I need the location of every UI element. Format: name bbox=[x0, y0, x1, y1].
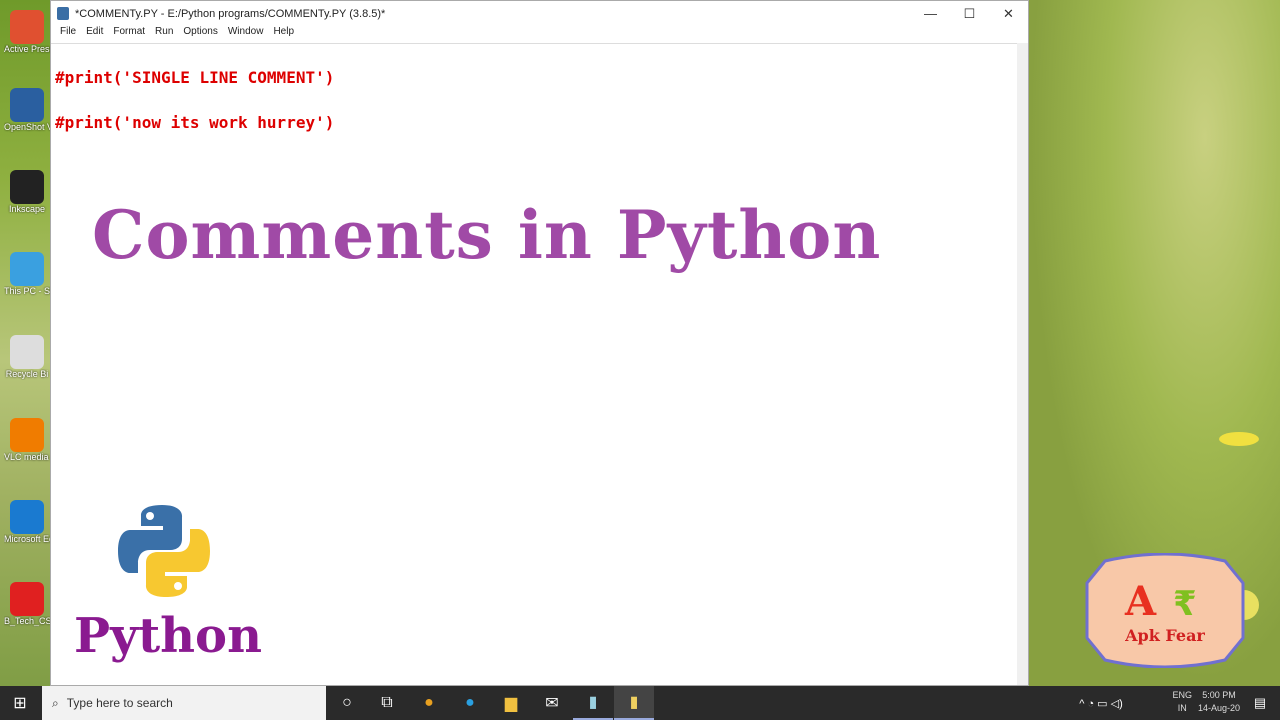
app-icon bbox=[10, 10, 44, 44]
app-icon bbox=[10, 418, 44, 452]
menu-bar: File Edit Format Run Options Window Help bbox=[51, 26, 1028, 43]
menu-edit[interactable]: Edit bbox=[81, 26, 108, 43]
desktop-icon-label: OpenShot Video Edit bbox=[4, 122, 50, 132]
desktop-icon-label: Recycle Bi bbox=[5, 369, 49, 379]
language-indicator[interactable]: ENG IN bbox=[1172, 689, 1192, 715]
desktop-icon-label: VLC media player bbox=[4, 452, 50, 462]
region-label: IN bbox=[1177, 703, 1187, 713]
menu-window[interactable]: Window bbox=[223, 26, 269, 43]
desktop-icon[interactable]: B_Tech_CS Batch 2018 bbox=[4, 582, 50, 627]
desktop-icon-label: This PC - Shortcut bbox=[4, 286, 50, 296]
menu-format[interactable]: Format bbox=[108, 26, 150, 43]
start-button-windows-icon[interactable]: ⊞ bbox=[0, 686, 40, 720]
title-bar[interactable]: *COMMENTy.PY - E:/Python programs/COMMEN… bbox=[51, 1, 1028, 26]
menu-run[interactable]: Run bbox=[150, 26, 178, 43]
vertical-scrollbar[interactable] bbox=[1017, 43, 1028, 685]
desktop-icon[interactable]: VLC media player bbox=[4, 418, 50, 463]
close-button[interactable]: ✕ bbox=[989, 1, 1028, 26]
task-view-icon[interactable]: ⧉ bbox=[367, 686, 407, 720]
badge-text: Apk Fear bbox=[1124, 626, 1205, 645]
desktop-icons: Active Presentat OpenShot Video Edit Inksc… bbox=[0, 0, 50, 686]
taskbar-search[interactable]: ⌕ Type here to search bbox=[42, 686, 326, 720]
app-icon bbox=[10, 88, 44, 122]
file-explorer-icon[interactable]: ▆ bbox=[491, 686, 531, 720]
menu-file[interactable]: File bbox=[55, 26, 81, 43]
idle-editor-taskbar-icon[interactable]: ▮ bbox=[614, 686, 654, 720]
time-label: 5:00 PM bbox=[1202, 690, 1236, 700]
system-tray-icons[interactable]: ^ ◔ ▭ ◁) bbox=[1066, 686, 1136, 720]
app-icon bbox=[10, 582, 44, 616]
python-logo-icon bbox=[118, 505, 210, 597]
svg-text:A: A bbox=[1124, 578, 1157, 625]
desktop-icon-label: Microsoft Edge bbox=[4, 534, 50, 544]
desktop-icon-label: Active Presentat bbox=[4, 44, 50, 54]
menu-help[interactable]: Help bbox=[268, 26, 299, 43]
apk-fear-logo: A ₹ Apk Fear bbox=[1085, 553, 1245, 668]
minimize-button[interactable]: — bbox=[911, 1, 950, 26]
edge-icon[interactable]: ● bbox=[450, 686, 490, 720]
lang-label: ENG bbox=[1172, 690, 1192, 700]
app-icon bbox=[10, 500, 44, 534]
app-icon bbox=[10, 252, 44, 286]
python-shell-icon[interactable]: ▮ bbox=[573, 686, 613, 720]
overlay-title: Comments in Python bbox=[92, 196, 882, 274]
clock[interactable]: 5:00 PM 14-Aug-20 bbox=[1198, 689, 1240, 715]
desktop-icon[interactable]: Inkscape bbox=[4, 170, 50, 215]
desktop-icon[interactable]: Microsoft Edge bbox=[4, 500, 50, 545]
notification-icon[interactable]: ▤ bbox=[1240, 686, 1280, 720]
desktop-icon[interactable]: This PC - Shortcut bbox=[4, 252, 50, 297]
taskbar: ⊞ ⌕ Type here to search ○ ⧉ ● ● ▆ ✉ ▮ ▮ … bbox=[0, 686, 1280, 720]
desktop-icon[interactable]: Active Presentat bbox=[4, 10, 50, 55]
python-file-icon bbox=[57, 7, 69, 20]
desktop-icon-label: Inkscape bbox=[8, 204, 46, 214]
app-icon bbox=[10, 170, 44, 204]
code-line: #print('now its work hurrey') bbox=[55, 113, 335, 132]
svg-text:₹: ₹ bbox=[1173, 584, 1197, 624]
desktop-icon[interactable]: Recycle Bi bbox=[4, 335, 50, 380]
chrome-icon[interactable]: ● bbox=[409, 686, 449, 720]
date-label: 14-Aug-20 bbox=[1197, 703, 1240, 713]
app-icon bbox=[10, 335, 44, 369]
window-title: *COMMENTy.PY - E:/Python programs/COMMEN… bbox=[75, 7, 386, 20]
menu-options[interactable]: Options bbox=[178, 26, 222, 43]
mail-icon[interactable]: ✉ bbox=[532, 686, 572, 720]
search-icon: ⌕ bbox=[52, 695, 59, 710]
search-placeholder: Type here to search bbox=[66, 696, 173, 710]
python-wordmark: Python bbox=[74, 608, 262, 664]
desktop-icon[interactable]: OpenShot Video Edit bbox=[4, 88, 50, 133]
cortana-icon[interactable]: ○ bbox=[327, 686, 367, 720]
maximize-button[interactable]: ☐ bbox=[950, 1, 989, 26]
code-line: #print('SINGLE LINE COMMENT') bbox=[55, 68, 335, 87]
desktop-icon-label: B_Tech_CS Batch 2018 bbox=[4, 616, 50, 626]
